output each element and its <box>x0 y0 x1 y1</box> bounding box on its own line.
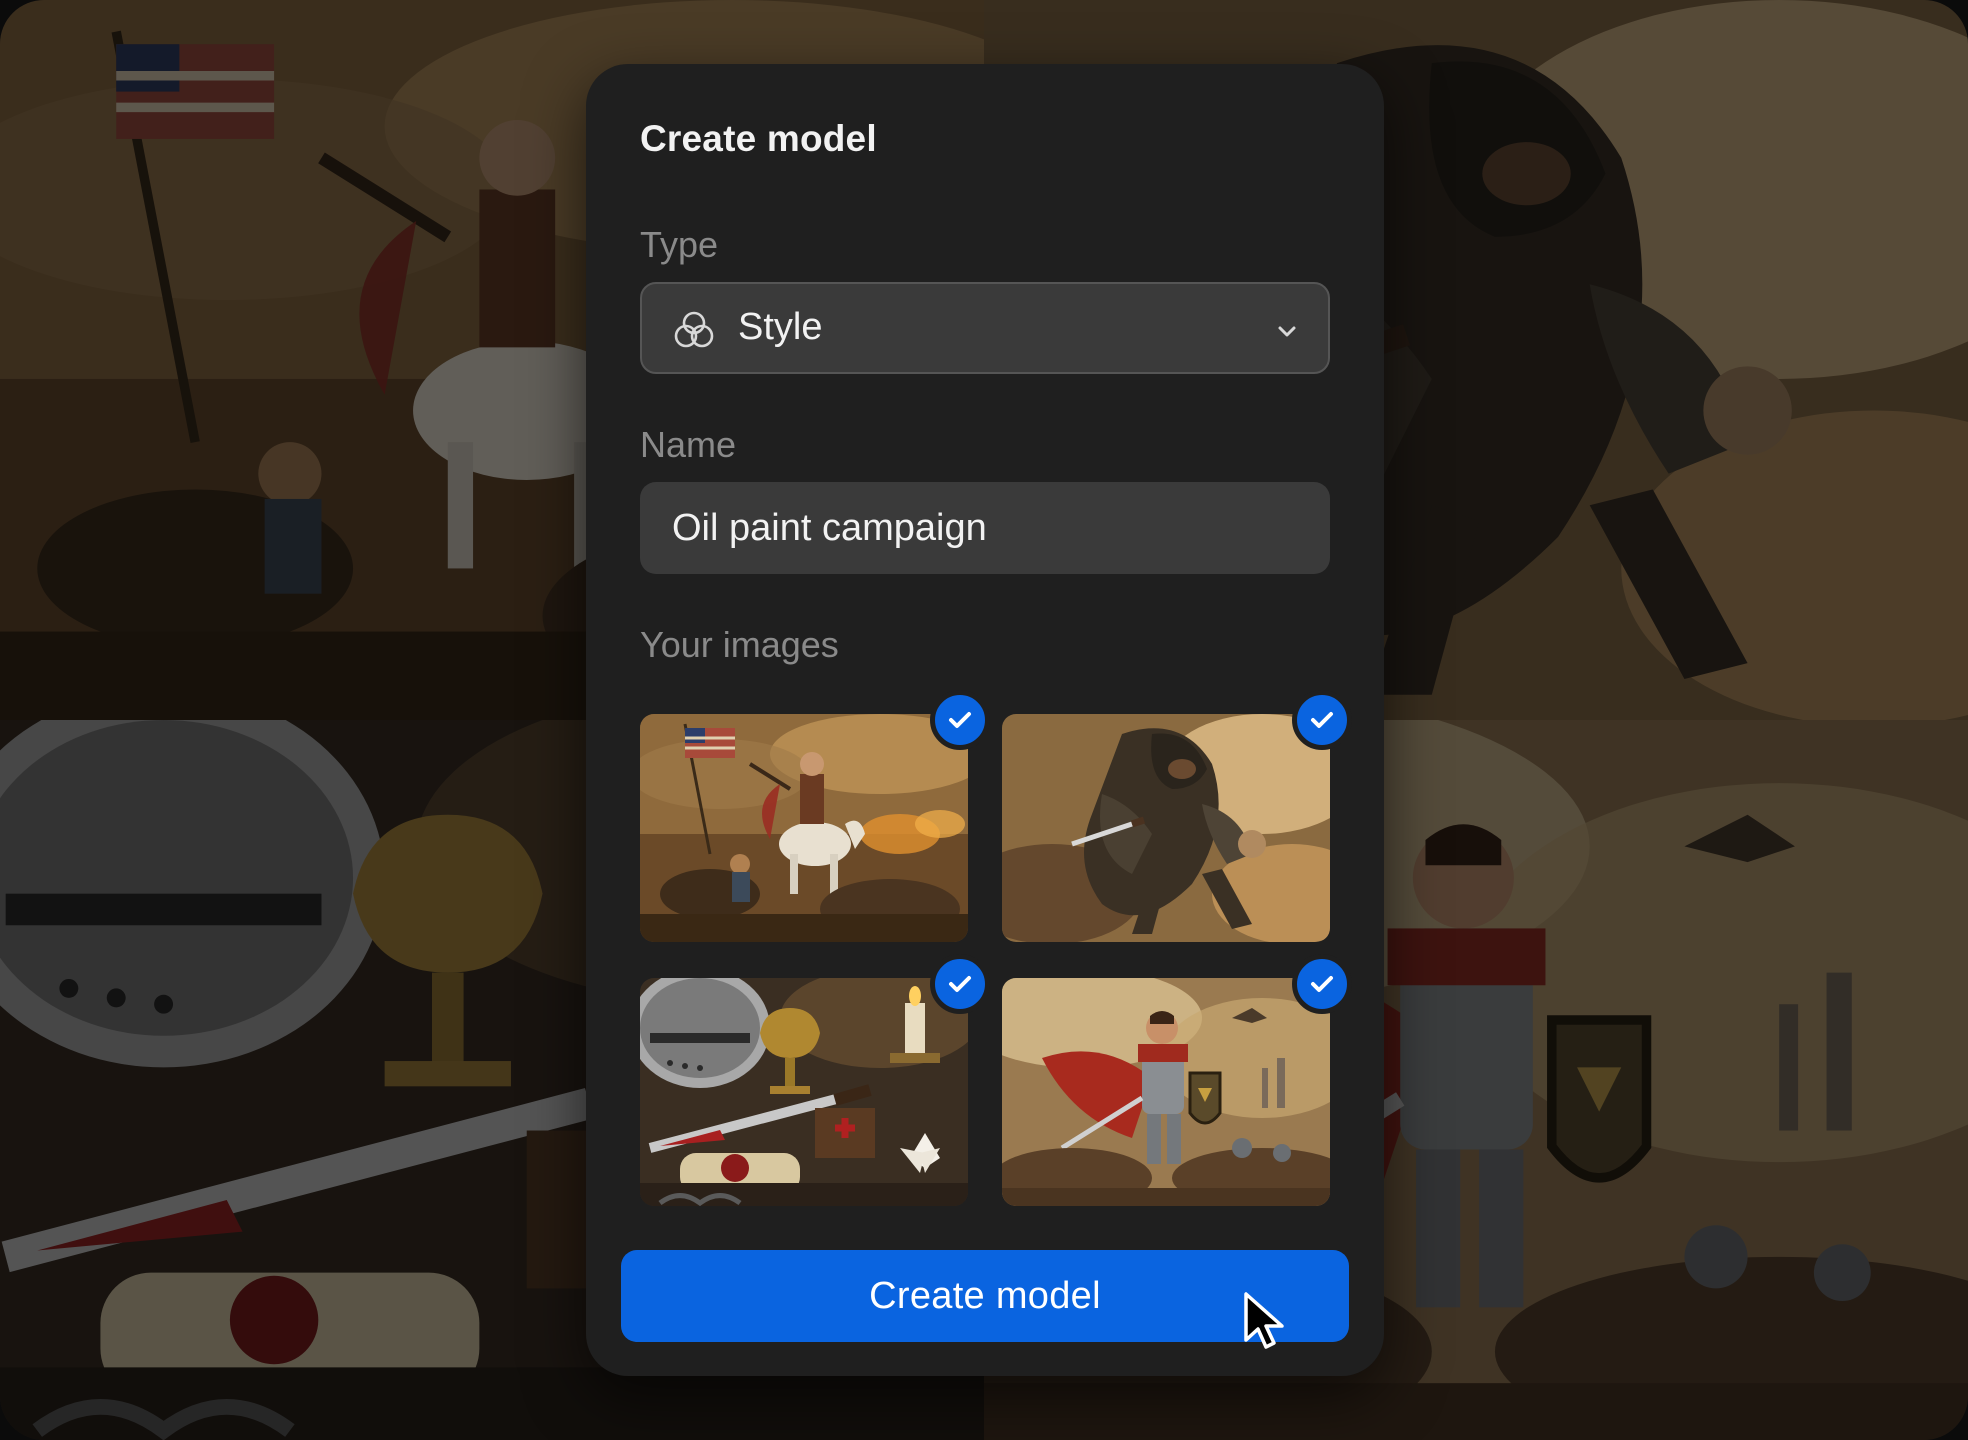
dialog-title: Create model <box>640 118 877 159</box>
knight-thumbnail-graphic <box>1002 978 1330 1206</box>
battle-thumbnail-graphic <box>640 714 968 942</box>
type-label: Type <box>640 224 719 265</box>
create-model-button[interactable]: Create model <box>621 1250 1349 1342</box>
selected-check-badge[interactable] <box>930 690 990 750</box>
name-label: Name <box>640 424 737 465</box>
type-select[interactable]: Style <box>640 282 1330 374</box>
checkmark-icon <box>1311 712 1333 728</box>
mouse-pointer-icon <box>1244 1292 1284 1349</box>
rogue-thumbnail-graphic <box>1002 714 1330 942</box>
image-thumbnail-still-life[interactable] <box>640 978 968 1206</box>
name-input[interactable] <box>640 482 1330 574</box>
image-thumbnail-battle[interactable] <box>640 714 968 942</box>
checkmark-icon <box>949 712 971 728</box>
selected-check-badge[interactable] <box>930 954 990 1014</box>
checkmark-icon <box>1311 976 1333 992</box>
still-life-thumbnail-graphic <box>640 978 968 1206</box>
type-select-value: Style <box>738 306 823 348</box>
app-frame: Create model Type Style Name Your images <box>0 0 1968 1440</box>
create-model-dialog: Create model Type Style Name Your images <box>586 64 1384 1376</box>
image-thumbnail-rogue[interactable] <box>1002 714 1330 942</box>
checkmark-icon <box>949 976 971 992</box>
style-rings-icon <box>674 311 714 348</box>
selected-check-badge[interactable] <box>1292 690 1352 750</box>
image-thumbnail-knight[interactable] <box>1002 978 1330 1206</box>
chevron-down-icon <box>1278 326 1296 337</box>
images-label: Your images <box>640 624 839 665</box>
selected-check-badge[interactable] <box>1292 954 1352 1014</box>
